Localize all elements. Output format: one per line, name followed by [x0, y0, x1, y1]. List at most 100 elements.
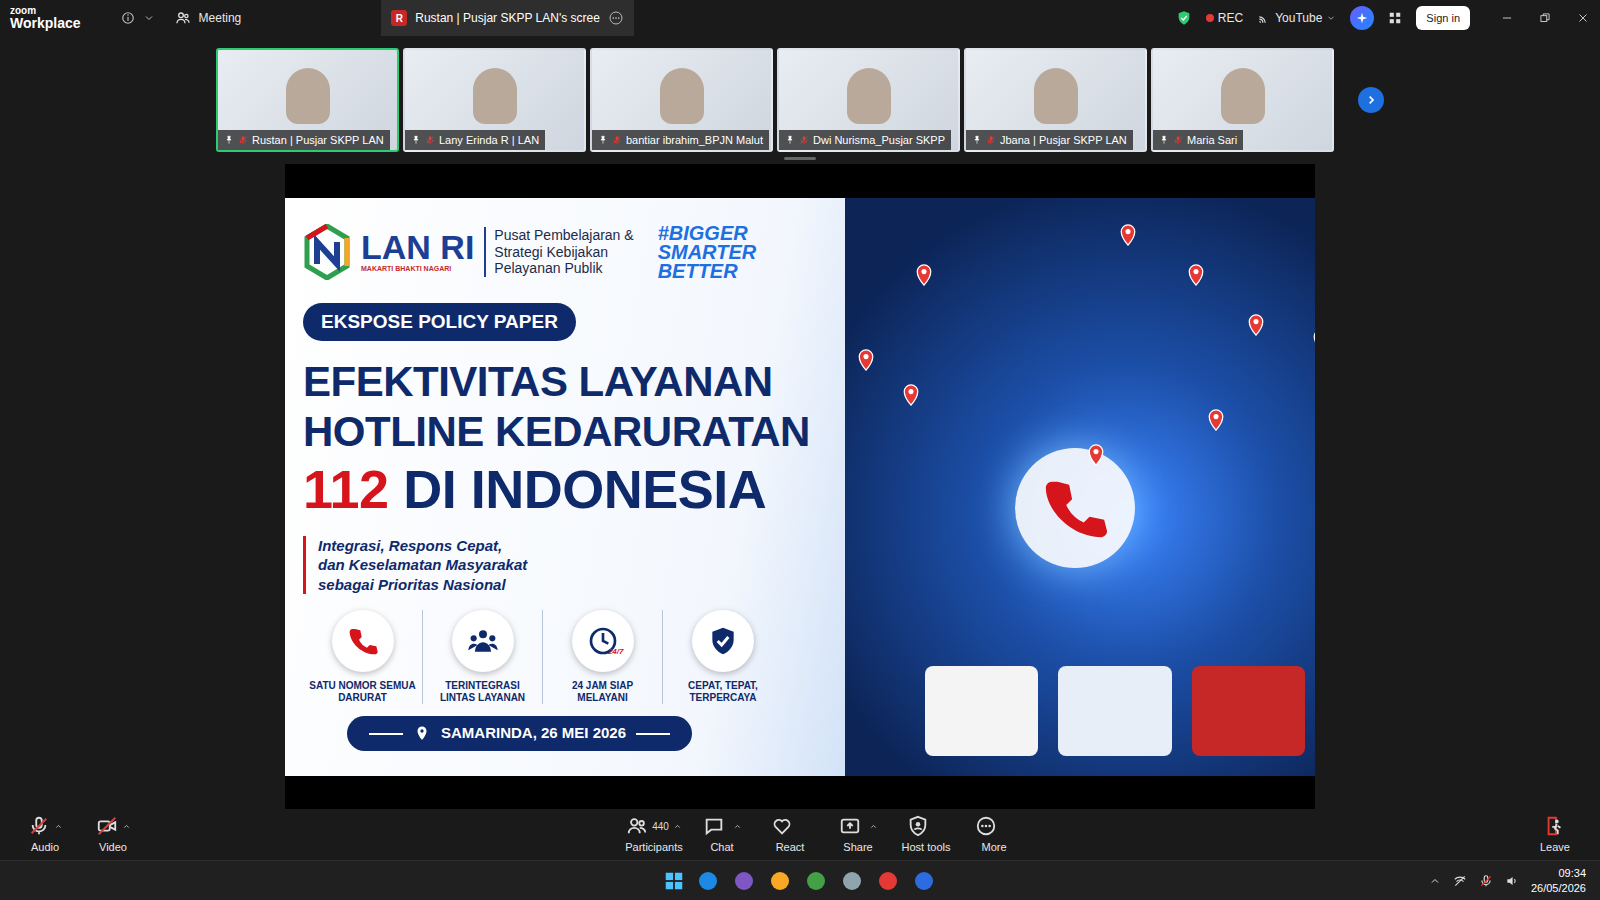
meeting-tab[interactable]: Meeting: [175, 9, 242, 27]
participant-tile[interactable]: Lany Erinda R | LAN: [403, 48, 586, 152]
participant-tile[interactable]: Jbana | Pusjar SKPP LAN: [964, 48, 1147, 152]
title-number: 112: [303, 459, 389, 519]
recording-indicator[interactable]: REC: [1206, 9, 1243, 27]
feature-label: SATU NOMOR SEMUA DARURAT: [307, 680, 418, 704]
taskbar-app-icon[interactable]: [767, 868, 793, 894]
toolbar-label: Host tools: [902, 839, 951, 856]
toolbar-label: Share: [843, 839, 872, 856]
host-icon: [907, 815, 929, 837]
muted-mic-icon: [425, 135, 435, 145]
toolbar-center: 440ParticipantsChatReact Share Host tools M…: [625, 815, 1023, 856]
taskbar-app-icon[interactable]: [731, 868, 757, 894]
meeting-icon: [175, 10, 191, 26]
toolbar-icon-row: [839, 815, 878, 837]
map-pin-icon: [1085, 443, 1107, 465]
more-options-icon: [608, 10, 624, 26]
more-button[interactable]: More: [965, 815, 1023, 856]
share-tab[interactable]: RRustan | Pusjar SKPP LAN's scree: [381, 0, 634, 36]
taskbar-app-icon[interactable]: [803, 868, 829, 894]
subtitle-line: Integrasi, Respons Cepat,: [318, 536, 845, 556]
leave-button[interactable]: Leave: [1526, 815, 1584, 856]
share-icon: [839, 815, 861, 837]
livestream-icon: [1257, 11, 1271, 25]
caret-icon[interactable]: [733, 820, 742, 834]
participant-video: [847, 68, 891, 124]
participant-name: Dwi Nurisma_Pusjar SKPP: [813, 132, 945, 149]
audio-icon: [28, 815, 50, 837]
clock[interactable]: 09:3426/05/2026: [1531, 866, 1586, 895]
toolbar-icon-row: [975, 815, 1014, 837]
toolbar-label: Leave: [1540, 839, 1570, 856]
show-hidden-icon: [1429, 875, 1441, 887]
phone-icon: [347, 625, 379, 657]
video-button[interactable]: Video: [84, 815, 142, 856]
leave-icon: [1544, 815, 1566, 837]
react-button[interactable]: React: [761, 815, 819, 856]
toolbar-label: More: [981, 839, 1006, 856]
livestream-label: YouTube: [1275, 9, 1322, 27]
event-date: SAMARINDA, 26 MEI 2026: [347, 716, 692, 751]
caret-icon[interactable]: [673, 820, 682, 834]
toolbar-icon-row: [771, 815, 810, 837]
next-page-button[interactable]: [1358, 87, 1384, 113]
toolbar-label: Participants: [625, 839, 682, 856]
ai-companion-button[interactable]: [1350, 6, 1374, 30]
taskbar-app-icon[interactable]: [695, 868, 721, 894]
divider-line: [369, 733, 403, 735]
vehicle: [925, 666, 1038, 756]
pin-icon: [598, 135, 608, 145]
participant-name: Jbana | Pusjar SKPP LAN: [1000, 132, 1127, 149]
window-controls: [1500, 11, 1590, 25]
banner-header: LAN RIMAKARTI BHAKTI NAGARIPusat Pembela…: [303, 224, 845, 281]
react-icon: [771, 815, 793, 837]
apps-button[interactable]: [1388, 11, 1402, 25]
participant-label: Rustan | Pusjar SKPP LAN: [218, 130, 390, 151]
participant-tile[interactable]: Maria Sari: [1151, 48, 1334, 152]
livestream-button[interactable]: YouTube: [1257, 9, 1336, 27]
title-space: [389, 459, 404, 519]
taskbar: 09:3426/05/2026: [0, 860, 1600, 900]
meeting-toolbar: AudioVideo 440ParticipantsChatReact Share H…: [0, 811, 1600, 860]
hashtag: #BIGGERSMARTERBETTER: [658, 224, 757, 281]
participants-icon: [626, 815, 648, 837]
caret-icon[interactable]: [54, 820, 63, 834]
participant-tile[interactable]: bantiar ibrahim_BPJN Malut: [590, 48, 773, 152]
meeting-info-button[interactable]: [121, 11, 155, 25]
participant-tile[interactable]: Rustan | Pusjar SKPP LAN: [216, 48, 399, 152]
share-button[interactable]: Share: [829, 815, 887, 856]
host-button[interactable]: Host tools: [897, 815, 955, 856]
audio-button[interactable]: Audio: [16, 815, 74, 856]
lan-logo-icon: [303, 224, 351, 280]
participant-tile[interactable]: Dwi Nurisma_Pusjar SKPP: [777, 48, 960, 152]
caret-icon[interactable]: [869, 820, 878, 834]
video-icon: [96, 815, 118, 837]
hashtag-line: SMARTER: [658, 243, 757, 262]
toolbar-icon-row: [1544, 815, 1566, 837]
caret-icon[interactable]: [122, 820, 131, 834]
taskbar-app-icon[interactable]: [839, 868, 865, 894]
taskbar-app-icon[interactable]: [875, 868, 901, 894]
title-bar-actions: REC YouTube Sign in: [1176, 6, 1590, 31]
toolbar-right: Leave: [1023, 815, 1584, 856]
chat-button[interactable]: Chat: [693, 815, 751, 856]
toolbar-icon-row: [28, 815, 63, 837]
feature-label: CEPAT, TEPAT, TERPERCAYA: [667, 680, 779, 704]
windows-start-icon: [663, 870, 685, 892]
close-icon: [1576, 11, 1590, 25]
resize-handle[interactable]: [784, 157, 816, 160]
feature-label: TERINTEGRASI LINTAS LAYANAN: [427, 680, 538, 704]
participants-button[interactable]: 440Participants: [625, 815, 683, 856]
app-glyph-icon: [843, 872, 861, 890]
security-shield-icon: [1176, 10, 1192, 26]
org-unit-line: Pelayanan Publik: [494, 260, 633, 277]
sign-in-button[interactable]: Sign in: [1416, 6, 1470, 31]
feature-icon-text: 24/7: [608, 646, 624, 658]
title-tail: DI INDONESIA: [403, 459, 766, 519]
apps-grid-icon: [1388, 11, 1402, 25]
banner-subtitle: Integrasi, Respons Cepat,dan Keselamatan…: [303, 536, 845, 595]
policy-banner: LAN RIMAKARTI BHAKTI NAGARIPusat Pembela…: [285, 198, 1315, 776]
emergency-vehicles: [925, 646, 1305, 756]
taskbar-app-icon[interactable]: [911, 868, 937, 894]
shared-screen: LAN RIMAKARTI BHAKTI NAGARIPusat Pembela…: [285, 164, 1315, 809]
product-name: Workplace: [10, 16, 81, 30]
